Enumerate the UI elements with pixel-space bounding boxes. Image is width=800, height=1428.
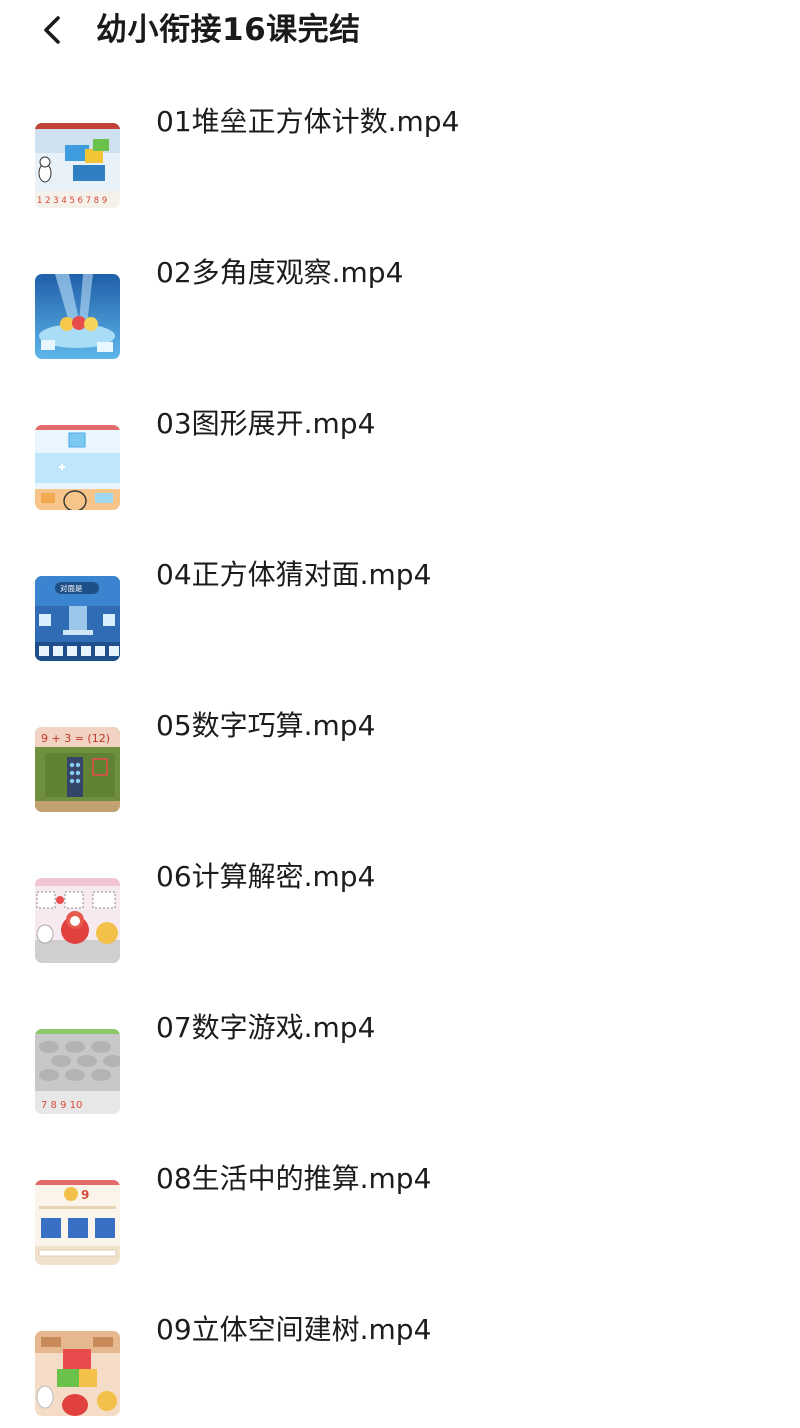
thumb-number: 9: [81, 1188, 89, 1202]
video-thumbnail: 7 8 9 10: [35, 1029, 120, 1114]
thumb-numbers: 7 8 9 10: [41, 1100, 82, 1111]
file-name: 02多角度观察.mp4: [156, 256, 404, 289]
file-name: 08生活中的推算.mp4: [156, 1162, 432, 1195]
thumb-equation: 9 + 3 = (12): [41, 732, 110, 745]
file-item[interactable]: 9 08生活中的推算.mp4: [0, 1157, 800, 1277]
video-thumbnail: [35, 274, 120, 359]
video-thumbnail: 9: [35, 1180, 120, 1265]
file-item[interactable]: 03图形展开.mp4: [0, 402, 800, 522]
top-bar: 幼小衔接16课完结: [0, 0, 800, 64]
file-item[interactable]: 9 + 3 = (12) 05数字巧算.mp4: [0, 704, 800, 824]
file-item[interactable]: 06计算解密.mp4: [0, 855, 800, 975]
thumb-label: 对面是: [60, 583, 83, 593]
video-thumbnail: [35, 1331, 120, 1416]
file-name: 09立体空间建树.mp4: [156, 1313, 432, 1346]
file-item[interactable]: 09立体空间建树.mp4: [0, 1308, 800, 1428]
file-name: 01堆垒正方体计数.mp4: [156, 105, 460, 138]
file-name: 06计算解密.mp4: [156, 860, 376, 893]
file-name: 04正方体猜对面.mp4: [156, 558, 432, 591]
video-thumbnail: 对面是: [35, 576, 120, 661]
file-item[interactable]: 1 2 3 4 5 6 7 8 9 01堆垒正方体计数.mp4: [0, 100, 800, 220]
file-name: 05数字巧算.mp4: [156, 709, 376, 742]
file-name: 03图形展开.mp4: [156, 407, 376, 440]
video-thumbnail: [35, 425, 120, 510]
video-thumbnail: 9 + 3 = (12): [35, 727, 120, 812]
video-thumbnail: 1 2 3 4 5 6 7 8 9: [35, 123, 120, 208]
file-item[interactable]: 对面是 04正方体猜对面.mp4: [0, 553, 800, 673]
thumb-numbers: 1 2 3 4 5 6 7 8 9: [37, 196, 107, 206]
chevron-left-icon: [44, 16, 60, 44]
video-thumbnail: [35, 878, 120, 963]
file-item[interactable]: 7 8 9 10 07数字游戏.mp4: [0, 1006, 800, 1126]
file-name: 07数字游戏.mp4: [156, 1011, 376, 1044]
page-title: 幼小衔接16课完结: [96, 12, 361, 48]
back-button[interactable]: [34, 10, 74, 50]
file-item[interactable]: 02多角度观察.mp4: [0, 251, 800, 371]
